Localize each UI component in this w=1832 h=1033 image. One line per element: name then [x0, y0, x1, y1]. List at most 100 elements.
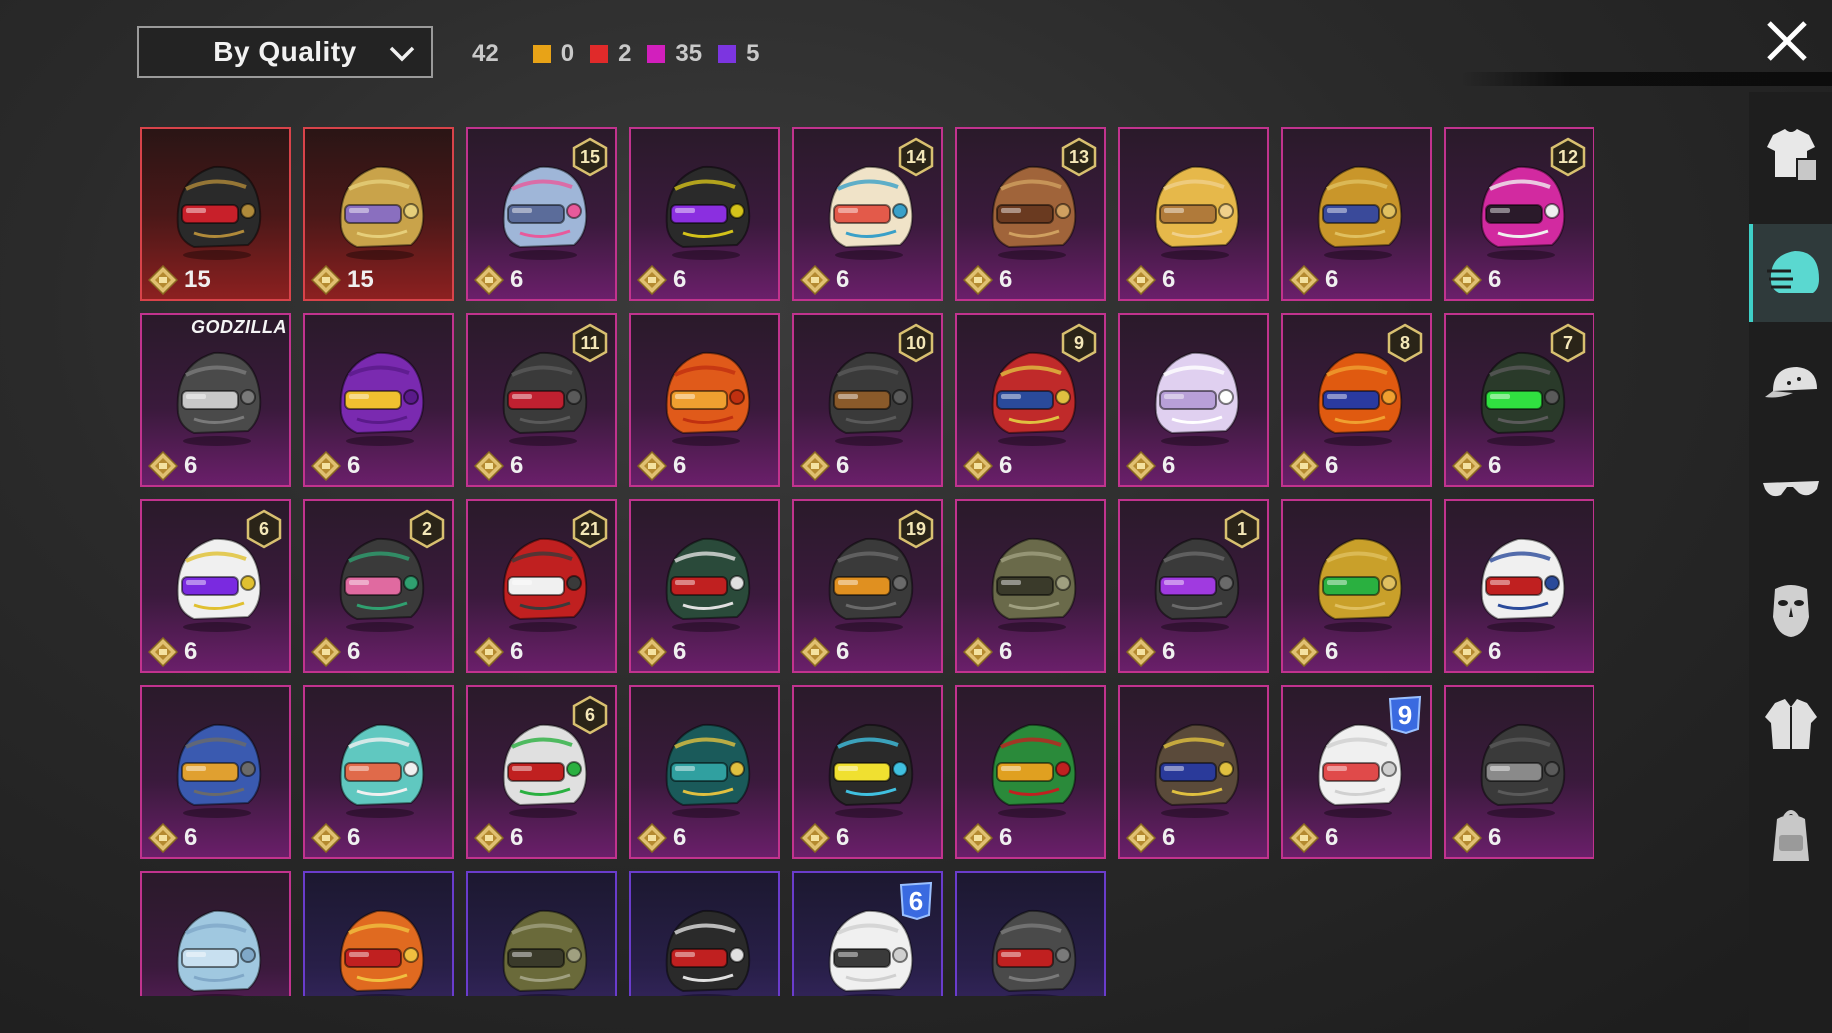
item-tile[interactable]: 10 6	[792, 313, 943, 487]
level-badge: 9	[1386, 695, 1424, 735]
item-tile[interactable]: 14 6	[792, 127, 943, 301]
item-tile[interactable]: 11 6	[466, 313, 617, 487]
item-tile[interactable]: 6	[792, 871, 943, 996]
item-tile[interactable]: 19 6	[792, 499, 943, 673]
header-divider	[1460, 72, 1832, 86]
coupon-icon	[1452, 265, 1482, 295]
coupon-icon	[311, 637, 341, 667]
item-price: 6	[963, 451, 1012, 481]
item-tile[interactable]: 6	[1444, 685, 1594, 859]
sidebar-item-cap[interactable]	[1749, 336, 1832, 434]
backpack-icon	[1772, 810, 1809, 861]
coupon-icon	[800, 823, 830, 853]
item-tile[interactable]: 6	[792, 685, 943, 859]
item-tile[interactable]	[140, 871, 291, 996]
item-price: 6	[1126, 265, 1175, 295]
item-price: 6	[474, 451, 523, 481]
helmet-image	[339, 909, 425, 996]
item-tile[interactable]	[466, 871, 617, 996]
item-tile[interactable]: 6	[1281, 499, 1432, 673]
item-tile[interactable]: 15 6	[466, 127, 617, 301]
item-tile[interactable]: 76	[1444, 313, 1594, 487]
helmet-image	[991, 909, 1077, 996]
item-tile[interactable]: 96	[955, 313, 1106, 487]
helmet-image	[665, 537, 751, 632]
level-badge-number: 2	[421, 518, 432, 539]
item-tile[interactable]: 16	[1118, 499, 1269, 673]
item-tile[interactable]: 6	[1444, 499, 1594, 673]
item-tile[interactable]: 6	[303, 313, 454, 487]
item-tile[interactable]: 66	[466, 685, 617, 859]
helmet-image	[991, 723, 1077, 818]
item-tile[interactable]: 13 6	[955, 127, 1106, 301]
item-tile[interactable]	[629, 871, 780, 996]
close-icon[interactable]	[1762, 16, 1812, 66]
price-value: 6	[673, 452, 687, 479]
level-badge: 10	[897, 323, 935, 363]
count-value: 35	[675, 40, 703, 67]
item-tile[interactable]: 66	[140, 499, 291, 673]
item-tile[interactable]: 15	[140, 127, 291, 301]
item-tile[interactable]	[303, 871, 454, 996]
helmet-image	[502, 909, 588, 996]
price-value: 6	[1325, 452, 1339, 479]
item-tile[interactable]: 6	[303, 685, 454, 859]
item-tile[interactable]: 6	[140, 685, 291, 859]
level-badge: 21	[571, 509, 609, 549]
helmet-image	[1480, 537, 1566, 632]
item-tile[interactable]: 96	[1281, 685, 1432, 859]
item-price: 6	[1452, 451, 1501, 481]
price-value: 6	[1162, 638, 1176, 665]
level-badge-number: 1	[1236, 518, 1247, 539]
item-tile[interactable]	[955, 871, 1106, 996]
coupon-icon	[637, 823, 667, 853]
item-tile[interactable]: 6	[955, 685, 1106, 859]
helmet-image	[665, 165, 751, 260]
coupon-icon	[1452, 823, 1482, 853]
jacket-icon	[1764, 699, 1817, 749]
price-value: 6	[510, 638, 524, 665]
level-badge-number: 10	[905, 332, 927, 353]
sidebar-item-backpack[interactable]	[1749, 788, 1832, 886]
sidebar-item-outfit[interactable]	[1749, 106, 1832, 204]
item-tile[interactable]: 6	[955, 499, 1106, 673]
coupon-icon	[148, 823, 178, 853]
item-tile[interactable]: 26	[303, 499, 454, 673]
item-tile[interactable]: 6	[1281, 127, 1432, 301]
coupon-icon	[963, 637, 993, 667]
item-tile[interactable]: 12 6	[1444, 127, 1594, 301]
sidebar-item-glasses[interactable]	[1749, 442, 1832, 540]
category-sidebar	[1749, 92, 1832, 1033]
item-tile[interactable]: 6	[1118, 685, 1269, 859]
item-tile[interactable]: 21 6	[466, 499, 617, 673]
chevron-down-icon	[389, 46, 415, 62]
item-tile[interactable]: 86	[1281, 313, 1432, 487]
item-price: 15	[148, 265, 211, 295]
sidebar-item-jacket[interactable]	[1749, 676, 1832, 774]
item-tile[interactable]: 6	[629, 685, 780, 859]
item-tile[interactable]: GODZILLA 6	[140, 313, 291, 487]
item-tile[interactable]: 6	[1118, 313, 1269, 487]
helmet-image	[339, 165, 425, 260]
item-tile[interactable]: 6	[629, 499, 780, 673]
helmet-image	[1154, 165, 1240, 260]
coupon-icon	[637, 265, 667, 295]
item-tile[interactable]: 6	[629, 127, 780, 301]
glasses-icon	[1762, 481, 1819, 497]
sort-dropdown[interactable]: By Quality	[137, 26, 433, 78]
helmet-image	[339, 723, 425, 818]
level-badge: 13	[1060, 137, 1098, 177]
price-value: 6	[999, 266, 1013, 293]
item-price: 6	[637, 451, 686, 481]
sidebar-item-mask[interactable]	[1749, 560, 1832, 658]
item-price: 6	[800, 823, 849, 853]
coupon-icon	[963, 823, 993, 853]
sidebar-item-helmet[interactable]	[1749, 224, 1832, 322]
price-value: 6	[1325, 638, 1339, 665]
item-tile[interactable]: 6	[1118, 127, 1269, 301]
item-tile[interactable]: 6	[629, 313, 780, 487]
item-tile[interactable]: 15	[303, 127, 454, 301]
level-badge-number: 7	[1562, 332, 1573, 353]
level-badge: 1	[1223, 509, 1261, 549]
item-price: 6	[311, 637, 360, 667]
